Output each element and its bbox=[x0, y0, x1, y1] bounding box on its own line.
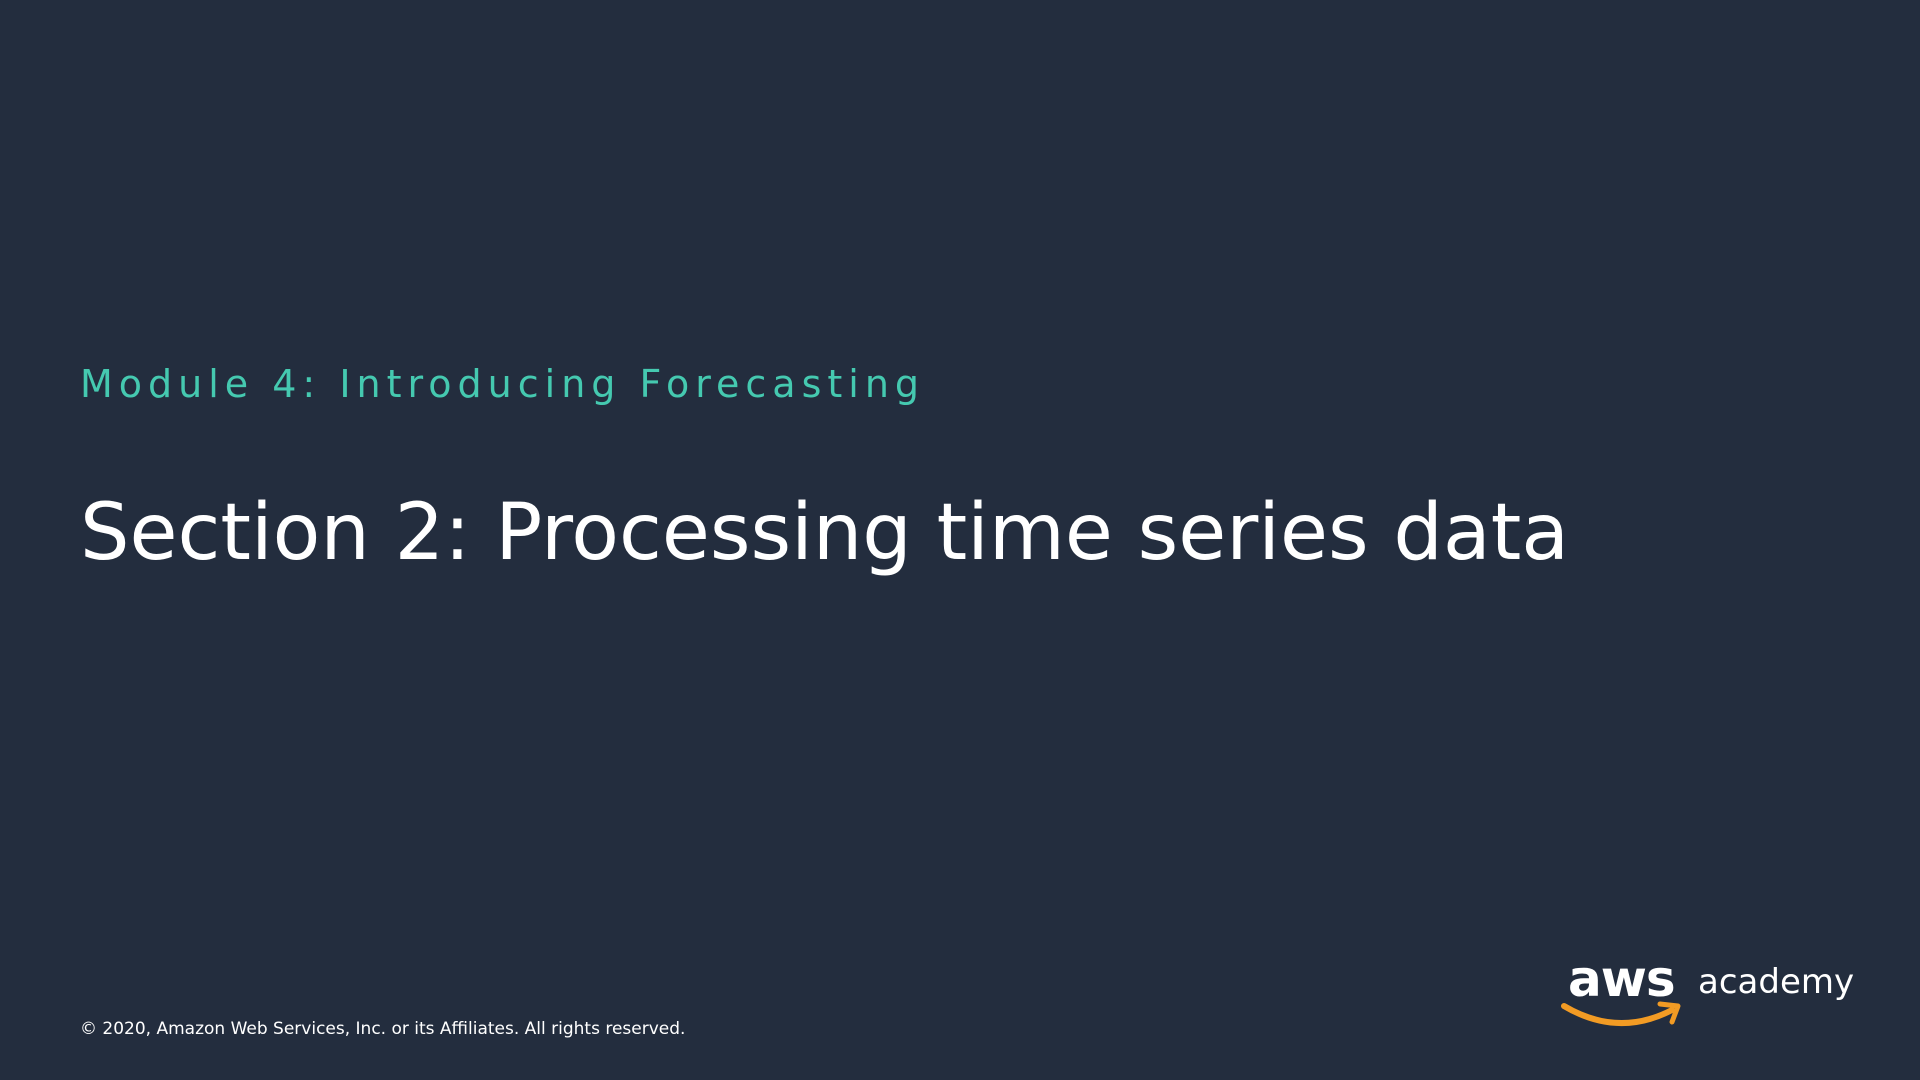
section-title: Section 2: Processing time series data bbox=[80, 488, 1570, 578]
copyright-notice: © 2020, Amazon Web Services, Inc. or its… bbox=[80, 1019, 686, 1039]
aws-academy-logo: aws academy bbox=[1560, 950, 1854, 1030]
module-label: Module 4: Introducing Forecasting bbox=[80, 362, 926, 406]
amazon-smile-arrow-icon bbox=[1561, 1001, 1681, 1027]
academy-wordmark: academy bbox=[1698, 962, 1855, 1002]
